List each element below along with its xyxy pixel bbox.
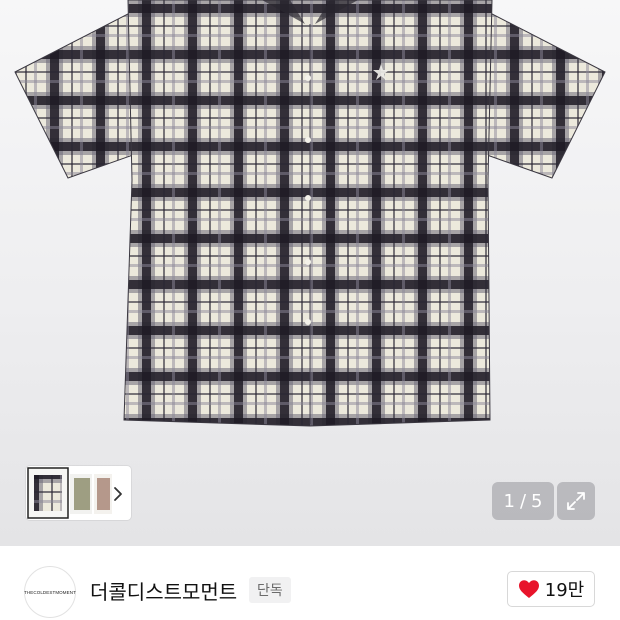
expand-arrows-icon bbox=[567, 492, 585, 510]
heart-icon bbox=[518, 580, 539, 598]
like-button[interactable]: 19만 bbox=[507, 571, 595, 607]
product-image-gallery[interactable]: 1 / 5 bbox=[0, 0, 620, 546]
shop-logo-text: THECOLDESTMOMENT bbox=[24, 589, 76, 595]
shop-logo[interactable]: THECOLDESTMOMENT bbox=[24, 566, 76, 618]
current-page: 1 bbox=[503, 490, 515, 512]
shop-name[interactable]: 더콜디스트모먼트 bbox=[90, 576, 237, 605]
page-separator: / bbox=[519, 490, 527, 512]
chevron-right-icon[interactable] bbox=[108, 480, 128, 508]
like-count: 19만 bbox=[544, 580, 585, 601]
exclusive-badge: 단독 bbox=[249, 577, 291, 603]
image-page-counter: 1 / 5 bbox=[492, 482, 554, 520]
shirt-image bbox=[14, 0, 606, 427]
total-pages: 5 bbox=[531, 490, 543, 512]
expand-image-button[interactable] bbox=[557, 482, 595, 520]
shop-info-bar: THECOLDESTMOMENT 더콜디스트모먼트 단독 19만 bbox=[0, 546, 620, 620]
